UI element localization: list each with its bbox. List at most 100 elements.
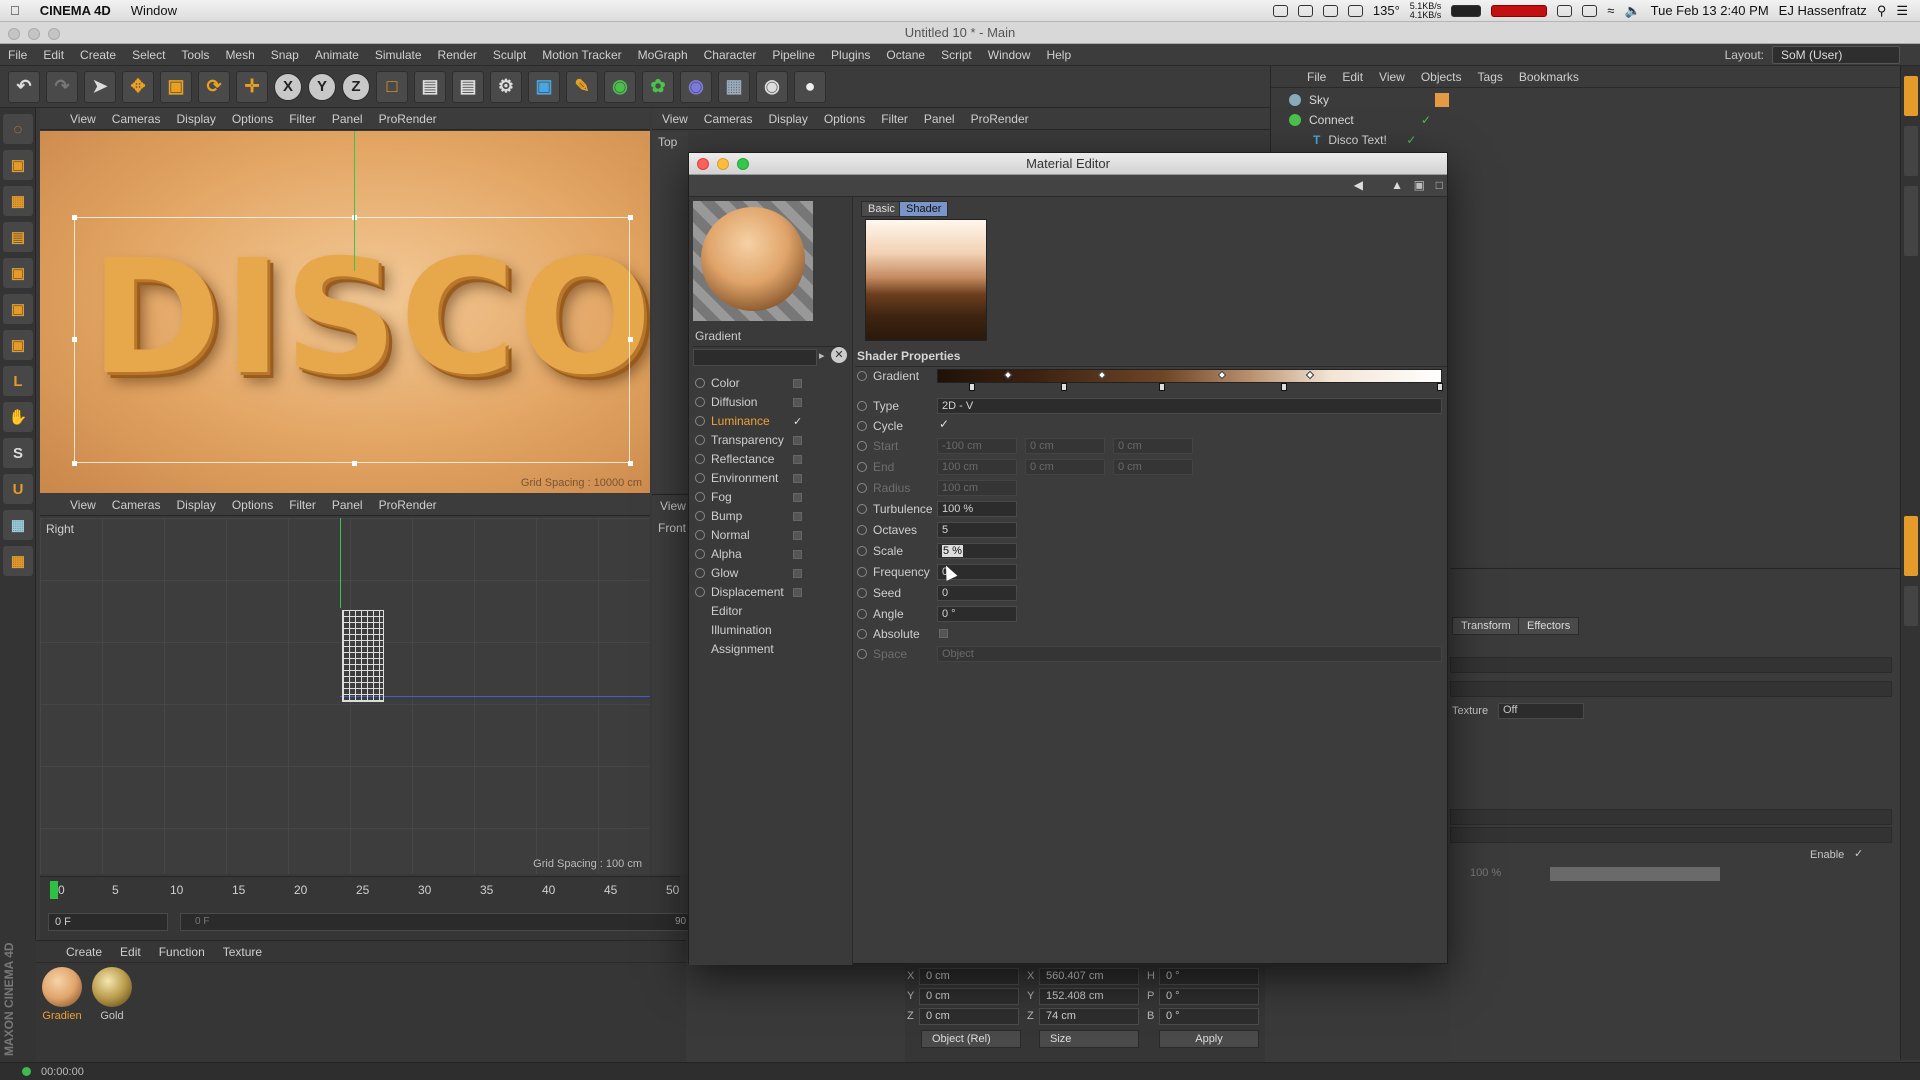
snap-icon[interactable]: S: [3, 438, 33, 468]
vp2-menu-options[interactable]: Options: [232, 498, 273, 512]
channel-fog[interactable]: Fog: [695, 488, 805, 506]
channel-alpha[interactable]: Alpha: [695, 545, 805, 563]
cube-primitive-icon[interactable]: ▣: [528, 70, 560, 103]
cloud-icon[interactable]: [1557, 4, 1573, 17]
viewport-top[interactable]: Top: [652, 131, 688, 493]
datetime[interactable]: Tue Feb 13 2:40 PM: [1651, 3, 1769, 18]
menu-mograph[interactable]: MoGraph: [630, 48, 696, 62]
objmgr-menu-tags[interactable]: Tags: [1478, 70, 1503, 84]
tab-shader[interactable]: Shader: [899, 201, 949, 217]
end-y-field[interactable]: 0 cm: [1025, 459, 1105, 475]
viewport-front[interactable]: View Front: [652, 494, 688, 874]
time-machine-icon[interactable]: [1582, 4, 1598, 17]
menu-create[interactable]: Create: [72, 48, 124, 62]
floor-icon[interactable]: ▦: [718, 70, 750, 103]
undo-icon[interactable]: ↶: [8, 70, 40, 103]
rot-b-field[interactable]: 0 °: [1159, 1008, 1259, 1025]
vp3-menu-options[interactable]: Options: [824, 112, 865, 126]
render-view-icon[interactable]: ▤: [414, 70, 446, 103]
select-arrow-icon[interactable]: ➤: [84, 70, 116, 103]
start-y-field[interactable]: 0 cm: [1025, 438, 1105, 454]
vp2-menu-view[interactable]: View: [70, 498, 96, 512]
gradient-color-knot[interactable]: [1061, 383, 1067, 391]
menu-help[interactable]: Help: [1038, 48, 1079, 62]
objmgr-menu-file[interactable]: File: [1307, 70, 1326, 84]
vp3-menu-panel[interactable]: Panel: [924, 112, 955, 126]
layers-tab[interactable]: [1904, 586, 1918, 626]
dropbox-icon[interactable]: [1347, 4, 1363, 17]
light-icon[interactable]: ●: [794, 70, 826, 103]
object-row[interactable]: Connect ✓: [1289, 110, 1900, 130]
axis-mode-icon[interactable]: L: [3, 366, 33, 396]
pos-z-field[interactable]: 0 cm: [919, 1008, 1019, 1025]
grid-icon[interactable]: ▦: [3, 510, 33, 540]
channel-reflectance[interactable]: Reflectance: [695, 450, 805, 468]
app-name[interactable]: CINEMA 4D: [30, 3, 121, 18]
menu-select[interactable]: Select: [124, 48, 173, 62]
vp1-menu-prorender[interactable]: ProRender: [379, 112, 437, 126]
menu-pipeline[interactable]: Pipeline: [764, 48, 823, 62]
render-settings-icon[interactable]: ⚙: [490, 70, 522, 103]
minimize-window-button[interactable]: [28, 28, 40, 40]
pos-x-field[interactable]: 0 cm: [919, 968, 1019, 985]
vp1-menu-view[interactable]: View: [70, 112, 96, 126]
current-frame-field[interactable]: 0 F: [48, 913, 168, 931]
matmgr-menu-texture[interactable]: Texture: [223, 945, 262, 959]
octaves-field[interactable]: 5: [937, 522, 1017, 538]
make-editable-icon[interactable]: ◌: [3, 114, 33, 144]
channel-checkbox[interactable]: [793, 397, 802, 407]
channel-diffusion[interactable]: Diffusion: [695, 393, 805, 411]
gradient-color-knot[interactable]: [1159, 383, 1165, 391]
vp3-menu-cameras[interactable]: Cameras: [704, 112, 753, 126]
texture-dropdown[interactable]: Off: [1498, 703, 1584, 719]
tab-transform[interactable]: Transform: [1452, 617, 1520, 635]
layout-dropdown[interactable]: SoM (User): [1772, 46, 1900, 64]
z-axis-lock-button[interactable]: Z: [342, 72, 370, 101]
menu-file[interactable]: File: [0, 48, 35, 62]
lock-icon[interactable]: ▣: [1414, 178, 1425, 192]
channel-environment[interactable]: Environment: [695, 469, 805, 487]
objmgr-menu-edit[interactable]: Edit: [1342, 70, 1363, 84]
gradient-color-knot[interactable]: [1281, 383, 1287, 391]
tab-basic[interactable]: Basic: [861, 201, 902, 217]
vp2-menu-cameras[interactable]: Cameras: [112, 498, 161, 512]
enable-checkbox[interactable]: ✓: [1854, 847, 1863, 860]
size-z-field[interactable]: 74 cm: [1039, 1008, 1139, 1025]
vp2-menu-filter[interactable]: Filter: [289, 498, 316, 512]
menu-sculpt[interactable]: Sculpt: [485, 48, 534, 62]
move-tool-icon[interactable]: ✥: [122, 70, 154, 103]
apple-icon[interactable]: : [0, 3, 30, 18]
new-window-icon[interactable]: □: [1436, 178, 1443, 192]
channel-transparency[interactable]: Transparency: [695, 431, 805, 449]
viewport-right[interactable]: Right Grid Spacing : 100 cm: [40, 518, 650, 874]
coordinate-system-icon[interactable]: □: [376, 70, 408, 103]
objmgr-menu-bookmarks[interactable]: Bookmarks: [1519, 70, 1579, 84]
subdivision-icon[interactable]: ◉: [604, 70, 636, 103]
cloner-icon[interactable]: ✿: [642, 70, 674, 103]
matmgr-menu-function[interactable]: Function: [159, 945, 205, 959]
channel-checkbox[interactable]: [793, 435, 802, 445]
object-row[interactable]: Sky: [1289, 90, 1900, 110]
objects-tab[interactable]: [1904, 76, 1918, 116]
material-swatch-gold[interactable]: Gold: [90, 967, 134, 1022]
model-mode-icon[interactable]: ▣: [3, 150, 33, 180]
menu-octane[interactable]: Octane: [878, 48, 933, 62]
strength-slider[interactable]: [1550, 867, 1720, 881]
channel-checkbox[interactable]: [793, 492, 802, 502]
channel-illumination[interactable]: Illumination: [695, 621, 805, 639]
tab-effectors[interactable]: Effectors: [1518, 617, 1580, 635]
polygons-mode-icon[interactable]: ▣: [3, 330, 33, 360]
end-x-field[interactable]: 100 cm: [937, 459, 1017, 475]
menu-motion-tracker[interactable]: Motion Tracker: [534, 48, 629, 62]
channel-checkbox[interactable]: [793, 454, 802, 464]
object-row[interactable]: T Disco Text! ✓: [1289, 130, 1900, 150]
type-dropdown[interactable]: 2D - V: [937, 398, 1442, 414]
channel-assignment[interactable]: Assignment: [695, 640, 805, 658]
menu-tools[interactable]: Tools: [173, 48, 217, 62]
channel-bump[interactable]: Bump: [695, 507, 805, 525]
expand-arrow-icon[interactable]: ▸: [819, 349, 825, 362]
material-swatch-gradient[interactable]: Gradien: [40, 967, 84, 1022]
close-editor-button[interactable]: [697, 158, 709, 170]
vp2-text-object-wireframe[interactable]: [342, 610, 384, 702]
frame-range-slider[interactable]: 0 F 90 F: [180, 913, 710, 931]
